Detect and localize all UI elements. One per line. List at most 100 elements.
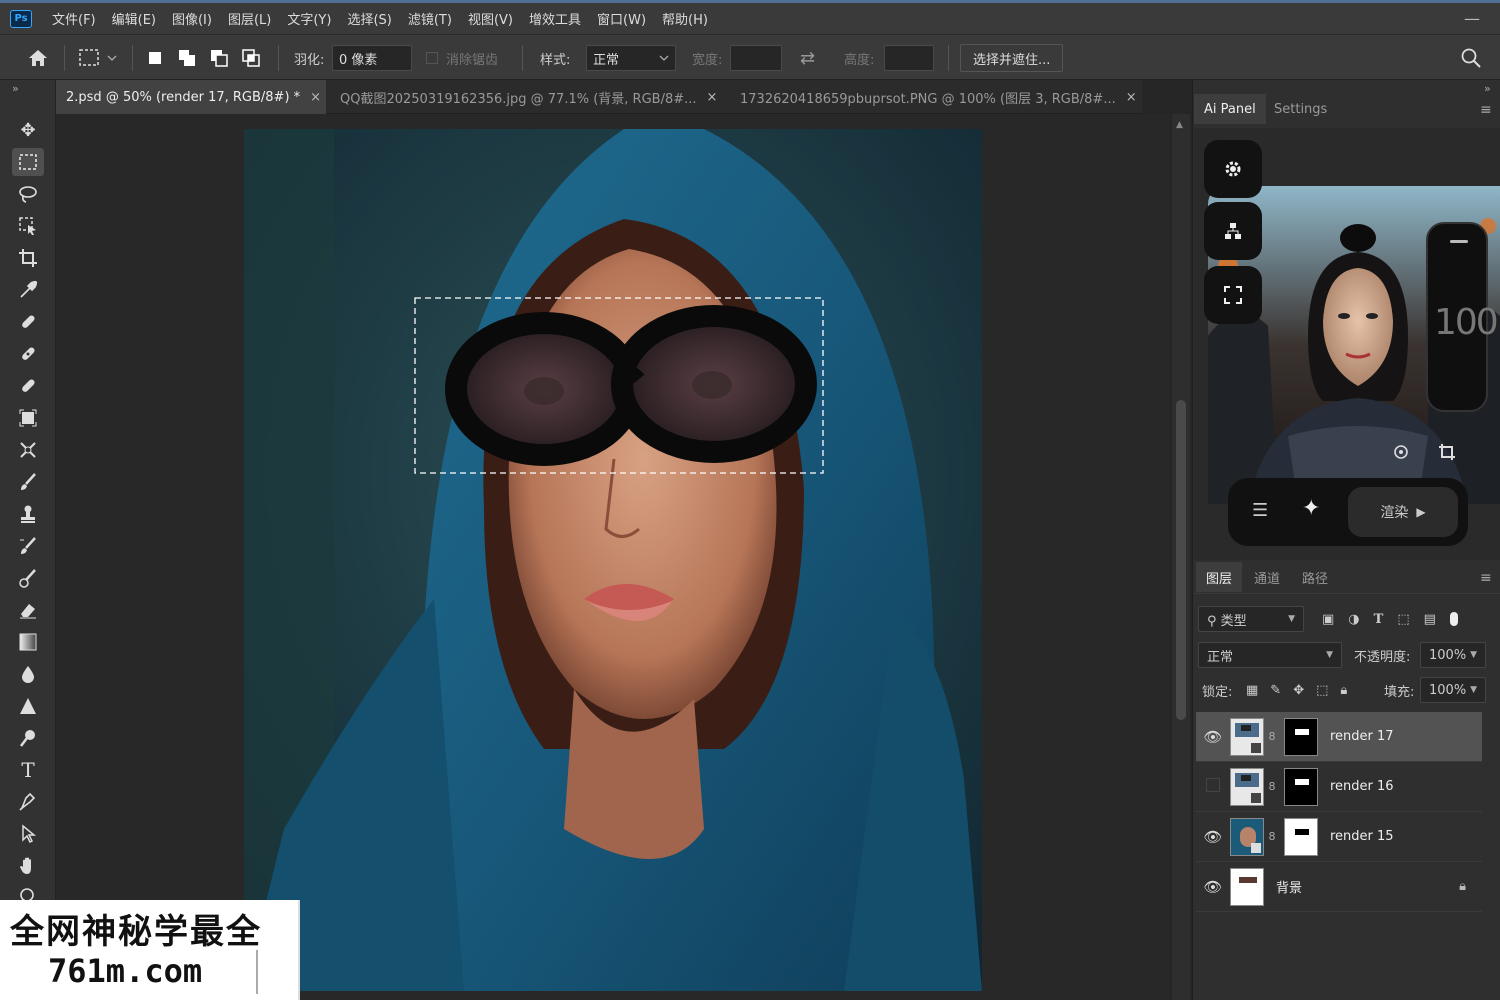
tab-doc-2[interactable]: QQ截图20250319162356.jpg @ 77.1% (背景, RGB/…: [330, 80, 722, 114]
intersect-selection-icon[interactable]: [240, 47, 262, 69]
close-icon[interactable]: ×: [707, 90, 718, 105]
lock-all-icon[interactable]: 🔒︎: [1340, 683, 1347, 698]
layer-mask-thumbnail[interactable]: [1284, 767, 1318, 806]
hand-tool-icon[interactable]: [12, 852, 44, 880]
network-icon[interactable]: [1204, 202, 1262, 260]
tab-doc-1[interactable]: 2.psd @ 50% (render 17, RGB/8#) * ×: [56, 80, 326, 114]
filter-shape-icon[interactable]: ⬚: [1397, 612, 1409, 627]
layer-row[interactable]: 👁︎ 8 render 17: [1196, 712, 1482, 762]
type-tool-icon[interactable]: T: [12, 756, 44, 784]
filter-pixel-icon[interactable]: ▣: [1322, 612, 1334, 627]
menu-plugins[interactable]: 增效工具: [521, 9, 589, 28]
feather-input[interactable]: 0 像素: [332, 45, 412, 71]
move-tool-icon[interactable]: ✥: [12, 116, 44, 144]
visibility-eye-icon[interactable]: 👁︎: [1196, 878, 1230, 896]
strength-slider[interactable]: 100: [1426, 222, 1499, 412]
menu-type[interactable]: 文字(Y): [279, 9, 339, 28]
expand-toolbar-icon[interactable]: »: [12, 82, 19, 95]
tab-ai-panel[interactable]: Ai Panel: [1194, 94, 1266, 124]
layer-row[interactable]: 8 render 16: [1196, 762, 1482, 812]
sharpen-tool-icon[interactable]: [12, 692, 44, 720]
blur-tool-icon[interactable]: [12, 660, 44, 688]
blend-mode-select[interactable]: 正常 ▼: [1198, 642, 1342, 668]
search-icon[interactable]: [1460, 44, 1482, 72]
layer-row[interactable]: 👁︎ 8 render 15: [1196, 812, 1482, 862]
close-icon[interactable]: ×: [310, 90, 321, 105]
menu-file[interactable]: 文件(F): [44, 9, 104, 28]
visibility-hidden-icon[interactable]: [1196, 777, 1230, 796]
scrollbar-thumb[interactable]: [1176, 400, 1186, 720]
menu-help[interactable]: 帮助(H): [654, 9, 716, 28]
tab-doc-3[interactable]: 1732620418659pbuprsot.PNG @ 100% (图层 3, …: [730, 80, 1140, 114]
tab-settings[interactable]: Settings: [1264, 94, 1337, 124]
collapse-panels-icon[interactable]: »: [1484, 82, 1491, 95]
menu-image[interactable]: 图像(I): [164, 9, 220, 28]
menu-window[interactable]: 窗口(W): [589, 9, 654, 28]
lock-icon[interactable]: 🔒︎: [1459, 879, 1466, 894]
layers-menu-icon[interactable]: ≡: [1480, 570, 1492, 586]
dodge-tool-icon[interactable]: [12, 724, 44, 752]
eraser-tool-icon[interactable]: [12, 596, 44, 624]
render-button[interactable]: 渲染 ▶: [1348, 487, 1458, 537]
red-eye-tool-icon[interactable]: [12, 436, 44, 464]
link-icon[interactable]: 8: [1266, 780, 1278, 793]
add-selection-icon[interactable]: [176, 47, 198, 69]
spot-healing-tool-icon[interactable]: [12, 308, 44, 336]
healing-brush-tool-icon[interactable]: [12, 340, 44, 368]
link-icon[interactable]: 8: [1266, 830, 1278, 843]
menu-lines-icon[interactable]: ☰: [1252, 500, 1268, 521]
tab-layers[interactable]: 图层: [1196, 562, 1243, 592]
pen-tool-icon[interactable]: [12, 788, 44, 816]
panel-menu-icon[interactable]: ≡: [1480, 102, 1492, 118]
menu-layer[interactable]: 图层(L): [220, 9, 279, 28]
visibility-eye-icon[interactable]: 👁︎: [1196, 828, 1230, 846]
brush-tool-icon[interactable]: [12, 468, 44, 496]
crop-icon[interactable]: [1430, 437, 1464, 467]
fill-input[interactable]: 100% ▼: [1420, 677, 1486, 703]
subtract-selection-icon[interactable]: [208, 47, 230, 69]
mixer-brush-tool-icon[interactable]: [12, 564, 44, 592]
filter-toggle-icon[interactable]: [1449, 612, 1458, 626]
layer-mask-thumbnail[interactable]: [1284, 817, 1318, 856]
home-icon[interactable]: [26, 44, 50, 72]
document-image[interactable]: [244, 129, 982, 991]
content-aware-tool-icon[interactable]: [12, 404, 44, 432]
filter-adjust-icon[interactable]: ◑: [1348, 612, 1359, 627]
gear-icon[interactable]: [1204, 140, 1262, 198]
lasso-tool-icon[interactable]: [12, 180, 44, 208]
reset-icon[interactable]: [1384, 437, 1418, 467]
opacity-input[interactable]: 100% ▼: [1420, 642, 1486, 668]
close-icon[interactable]: ×: [1126, 90, 1137, 105]
antialias-checkbox[interactable]: 消除锯齿: [426, 44, 498, 72]
tab-channels[interactable]: 通道: [1244, 562, 1290, 592]
sparkle-icon[interactable]: ✦: [1302, 496, 1320, 521]
swap-icon[interactable]: ⇄: [800, 44, 815, 72]
history-brush-tool-icon[interactable]: [12, 532, 44, 560]
lock-move-icon[interactable]: ✥: [1293, 683, 1304, 698]
menu-select[interactable]: 选择(S): [339, 9, 399, 28]
minimize-button[interactable]: —: [1464, 9, 1480, 28]
eyedropper-tool-icon[interactable]: [12, 276, 44, 304]
lock-paint-icon[interactable]: ✎: [1270, 683, 1281, 698]
select-and-mask-button[interactable]: 选择并遮住...: [960, 44, 1064, 72]
link-icon[interactable]: 8: [1266, 730, 1278, 743]
path-select-tool-icon[interactable]: [12, 820, 44, 848]
visibility-eye-icon[interactable]: 👁︎: [1196, 728, 1230, 746]
rect-marquee-tool-icon[interactable]: [12, 148, 44, 176]
menu-view[interactable]: 视图(V): [460, 9, 521, 28]
menu-edit[interactable]: 编辑(E): [104, 9, 164, 28]
gradient-tool-icon[interactable]: [12, 628, 44, 656]
marquee-preset-icon[interactable]: [78, 44, 118, 72]
filter-smart-icon[interactable]: ▤: [1424, 612, 1436, 627]
layer-mask-thumbnail[interactable]: [1284, 717, 1318, 756]
width-input[interactable]: [730, 45, 782, 71]
menu-filter[interactable]: 滤镜(T): [400, 9, 460, 28]
layer-row[interactable]: 👁︎ 背景 🔒︎: [1196, 862, 1482, 912]
patch-tool-icon[interactable]: [12, 372, 44, 400]
scroll-up-icon[interactable]: ▲: [1176, 120, 1183, 130]
lock-transparent-icon[interactable]: ▦: [1246, 683, 1258, 698]
height-input[interactable]: [884, 45, 934, 71]
fullscreen-icon[interactable]: [1204, 266, 1262, 324]
clone-stamp-tool-icon[interactable]: [12, 500, 44, 528]
object-select-tool-icon[interactable]: [12, 212, 44, 240]
